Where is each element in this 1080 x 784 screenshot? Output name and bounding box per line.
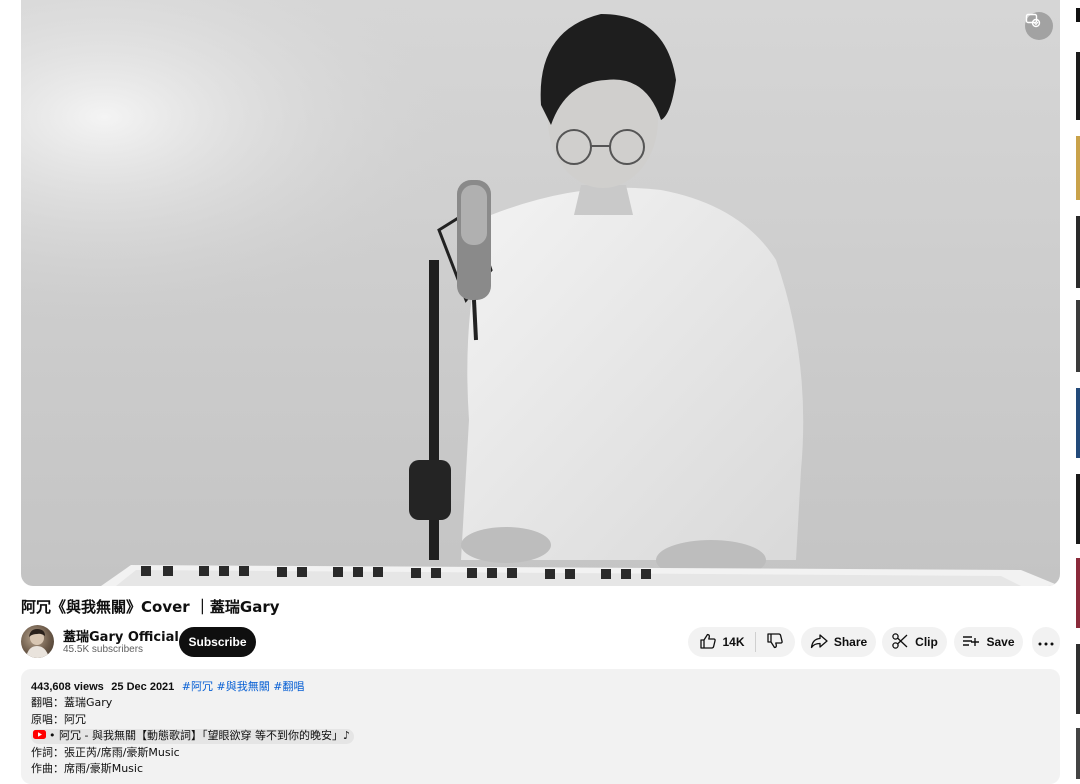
subscriber-count: 45.5K subscribers (63, 644, 144, 655)
clip-label: Clip (915, 635, 938, 649)
like-count: 14K (722, 635, 745, 649)
channel-avatar[interactable] (21, 625, 54, 658)
description-line: 作詞：張正芮/席雨/豪斯Music (31, 745, 180, 759)
save-button[interactable]: Save (954, 627, 1023, 657)
video-title: 阿冗《與我無關》Cover ｜蓋瑞Gary (21, 598, 280, 616)
upload-date: 25 Dec 2021 (111, 681, 175, 693)
share-button[interactable]: Share (801, 627, 876, 657)
like-button[interactable]: 14K (689, 627, 754, 657)
view-count: 443,608 views (31, 681, 104, 693)
linked-video-chip[interactable]: • 阿冗 - 與我無關【動態歌詞】「望眼欲穿 等不到你的晚安」♪ (31, 728, 354, 744)
thumbs-down-icon (766, 632, 784, 653)
playlist-add-icon (962, 633, 980, 652)
share-label: Share (833, 635, 868, 649)
cast-button[interactable] (1025, 12, 1053, 40)
description-linked-video-line: • 阿冗 - 與我無關【動態歌詞】「望眼欲穿 等不到你的晚安」♪ (31, 728, 1050, 744)
hashtag-link[interactable]: #翻唱 (273, 680, 304, 693)
hashtag-link[interactable]: #阿冗 (182, 680, 213, 693)
description-line: 原唱：阿冗 (31, 712, 86, 726)
sidebar-thumbnail-edge (1076, 0, 1080, 779)
share-arrow-icon (810, 633, 828, 652)
more-actions-button[interactable] (1032, 627, 1060, 657)
linked-video-title: • 阿冗 - 與我無關【動態歌詞】「望眼欲穿 等不到你的晚安」♪ (49, 729, 350, 743)
description-line: 翻唱：蓋瑞Gary (31, 696, 113, 710)
description-box[interactable]: 443,608 views 25 Dec 2021 #阿冗 #與我無關 #翻唱 … (21, 669, 1060, 784)
description-meta-line: 443,608 views 25 Dec 2021 #阿冗 #與我無關 #翻唱 (31, 679, 1050, 695)
more-horizontal-icon (1038, 635, 1054, 649)
dislike-button[interactable] (756, 627, 794, 657)
description-line: 作曲：席雨/豪斯Music (31, 762, 144, 776)
like-dislike-group: 14K (688, 627, 795, 657)
channel-name[interactable]: 蓋瑞Gary Official (63, 626, 179, 645)
youtube-logo-icon (33, 728, 46, 744)
save-label: Save (986, 635, 1015, 649)
clip-button[interactable]: Clip (882, 627, 947, 657)
scissors-icon (891, 632, 909, 653)
subscribe-button[interactable]: Subscribe (179, 627, 256, 657)
video-player[interactable] (21, 0, 1060, 586)
thumbs-up-icon (699, 632, 717, 653)
video-frame (21, 0, 1060, 586)
hashtag-link[interactable]: #與我無關 (217, 680, 270, 693)
